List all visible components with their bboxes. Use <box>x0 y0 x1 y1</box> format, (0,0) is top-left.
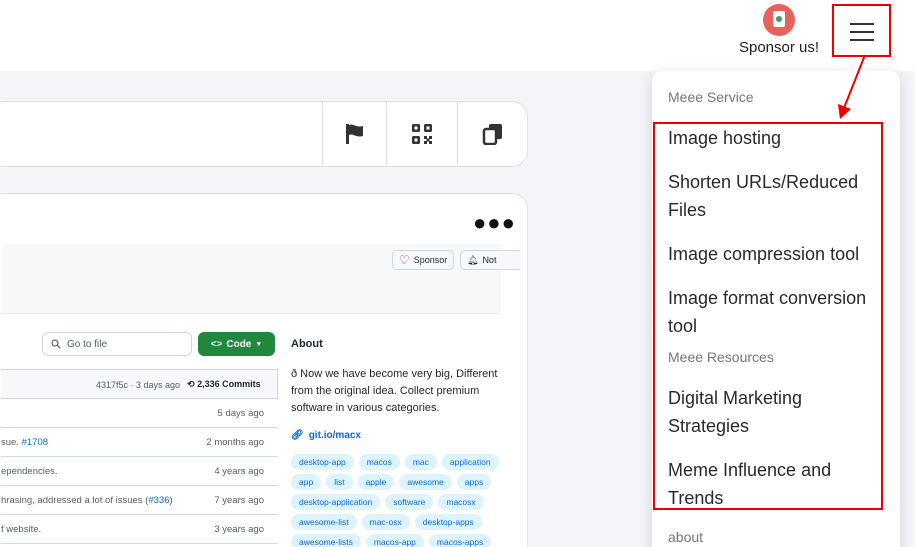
qr-code-button[interactable] <box>386 102 457 166</box>
row-message-text: sue. <box>1 437 22 448</box>
topic-tag[interactable]: desktop-app <box>291 454 354 470</box>
row-message-tail: ) <box>169 495 173 506</box>
go-to-file-input[interactable]: Go to file <box>42 332 192 356</box>
topic-tag[interactable]: mac <box>404 454 437 470</box>
code-label: Code <box>226 338 252 350</box>
topic-tag[interactable]: macosx <box>438 494 484 510</box>
repo-screenshot: ♡ Sponsor 🔔︎ Not Go to file <> Code ▼ 43… <box>1 244 520 547</box>
topic-tag[interactable]: apple <box>357 474 395 490</box>
link-icon: 🔗︎ <box>291 430 304 441</box>
code-button[interactable]: <> Code ▼ <box>198 332 275 356</box>
hamburger-line <box>850 31 874 33</box>
row-message-text: hrasing, addressed a lot of issues ( <box>1 495 149 506</box>
commit-count-link[interactable]: ⟲ 2,336 Commits <box>187 379 261 390</box>
menu-item-shorten-urls[interactable]: Shorten URLs/Reduced Files <box>668 168 883 224</box>
topic-tag[interactable]: software <box>385 494 434 510</box>
topic-tag[interactable]: macos-apps <box>428 534 492 547</box>
repo-notify-label: Not <box>482 255 497 265</box>
url-bar <box>0 101 528 167</box>
menu-item-image-hosting[interactable]: Image hosting <box>668 124 883 152</box>
hamburger-menu-icon <box>850 23 874 25</box>
topic-tag[interactable]: app <box>291 474 322 490</box>
row-age: 7 years ago <box>214 495 264 506</box>
topic-tags: desktop-app macos mac application app li… <box>291 454 509 547</box>
search-icon <box>51 339 61 349</box>
topic-tag[interactable]: mac-osx <box>361 514 410 530</box>
row-age: 3 years ago <box>214 524 264 535</box>
go-to-file-placeholder: Go to file <box>67 338 108 350</box>
flag-icon <box>345 124 363 144</box>
commit-count: 2,336 Commits <box>197 379 261 389</box>
qr-code-icon <box>412 124 432 144</box>
report-button[interactable] <box>322 102 386 166</box>
topic-tag[interactable]: awesome <box>399 474 452 490</box>
menu-item-image-compression[interactable]: Image compression tool <box>668 240 883 268</box>
table-row[interactable]: ependencies. 4 years ago <box>1 457 278 486</box>
section-title-about[interactable]: about <box>668 529 703 545</box>
coffee-cup-icon <box>763 4 795 36</box>
copy-icon <box>482 124 502 145</box>
row-message: hrasing, addressed a lot of issues (#336… <box>1 495 173 506</box>
bell-icon: 🔔︎ <box>467 254 479 265</box>
topic-tag[interactable]: apps <box>456 474 492 490</box>
issue-link[interactable]: #1708 <box>22 437 48 448</box>
menu-item-digital-marketing[interactable]: Digital Marketing Strategies <box>668 384 883 440</box>
topic-tag[interactable]: list <box>326 474 353 490</box>
row-age: 5 days ago <box>217 408 264 419</box>
table-row[interactable]: hrasing, addressed a lot of issues (#336… <box>1 486 278 515</box>
row-message: sue. #1708 <box>1 437 48 448</box>
repo-header: ♡ Sponsor 🔔︎ Not <box>1 244 520 314</box>
section-title-resources: Meee Resources <box>668 349 774 365</box>
preview-card: ●●● ♡ Sponsor 🔔︎ Not Go to file <> Code … <box>0 193 528 547</box>
more-options-icon[interactable]: ●●● <box>473 210 516 236</box>
issue-link[interactable]: #336 <box>148 495 169 506</box>
chevron-down-icon: ▼ <box>255 340 263 348</box>
hamburger-line <box>850 39 874 41</box>
top-bar: Sponsor us! <box>0 0 915 71</box>
topic-tag[interactable]: macos <box>358 454 400 470</box>
repo-sponsor-label: Sponsor <box>413 255 448 265</box>
homepage-link-text: git.io/macx <box>308 430 361 441</box>
table-row[interactable]: 5 days ago <box>1 399 278 428</box>
homepage-link[interactable]: 🔗︎ git.io/macx <box>291 430 361 441</box>
menu-item-meme-influence[interactable]: Meme Influence and Trends <box>668 456 883 512</box>
menu-item-image-format-conversion[interactable]: Image format conversion tool <box>668 284 883 340</box>
section-title-service: Meee Service <box>668 89 754 105</box>
heart-icon: ♡ <box>399 253 410 267</box>
latest-commit-bar: 4317f5c · 3 days ago ⟲ 2,336 Commits <box>1 369 278 399</box>
copy-button[interactable] <box>457 102 527 166</box>
sponsor-link[interactable]: Sponsor us! <box>736 4 822 60</box>
about-description: ð Now we have become very big, Different… <box>291 368 498 414</box>
menu-button[interactable] <box>832 4 891 57</box>
topic-tag[interactable]: application <box>441 454 499 470</box>
sponsor-label: Sponsor us! <box>738 39 820 56</box>
repo-sponsor-button[interactable]: ♡ Sponsor <box>392 250 455 270</box>
nav-dropdown-menu: Meee Service Image hosting Shorten URLs/… <box>652 71 900 547</box>
row-message: f website. <box>1 524 42 535</box>
commit-hash[interactable]: 4317f5c · 3 days ago <box>96 380 180 390</box>
history-icon: ⟲ <box>187 379 195 389</box>
row-age: 4 years ago <box>214 466 264 477</box>
table-row[interactable]: sue. #1708 2 months ago <box>1 428 278 457</box>
topic-tag[interactable]: awesome-list <box>291 514 357 530</box>
table-row[interactable]: f website. 3 years ago <box>1 515 278 544</box>
topic-tag[interactable]: desktop-application <box>291 494 381 510</box>
code-icon: <> <box>210 338 223 350</box>
about-heading: About <box>291 338 323 350</box>
topic-tag[interactable]: awesome-lists <box>291 534 361 547</box>
topic-tag[interactable]: macos-app <box>365 534 424 547</box>
row-message: ependencies. <box>1 466 58 477</box>
topic-tag[interactable]: desktop-apps <box>414 514 482 530</box>
row-age: 2 months ago <box>206 437 264 448</box>
repo-notify-button[interactable]: 🔔︎ Not <box>460 250 520 270</box>
